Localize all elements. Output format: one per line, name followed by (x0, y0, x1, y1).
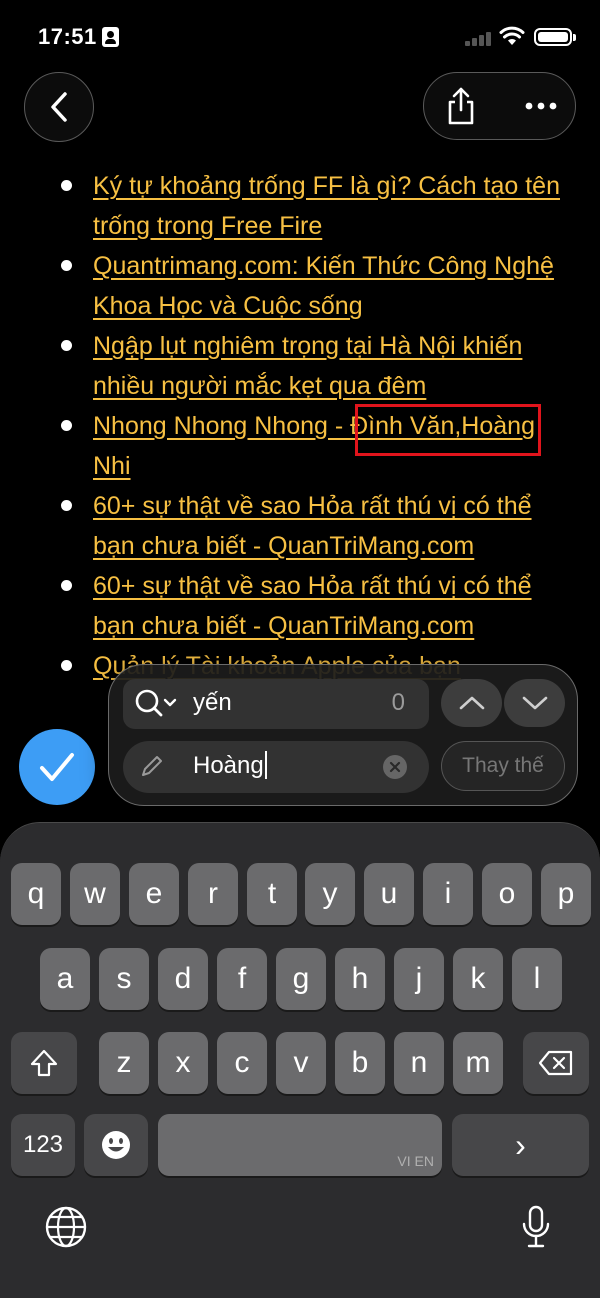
globe-icon (45, 1206, 87, 1248)
search-field[interactable]: yến 0 (123, 679, 429, 729)
article-link[interactable]: Ngập lụt nghiêm trọng tại Hà Nội khiến n… (93, 332, 522, 400)
key-u[interactable]: u (364, 863, 414, 925)
chevron-down-icon (522, 696, 547, 710)
shift-key[interactable] (11, 1032, 77, 1094)
pencil-icon (142, 756, 162, 776)
status-bar: 17:51 (0, 0, 600, 70)
list-item: Ngập lụt nghiêm trọng tại Hà Nội khiến n… (58, 326, 578, 406)
keyboard: q w e r t y u i o p a s d f g h j k l z … (0, 822, 600, 1298)
key-h[interactable]: h (335, 948, 385, 1010)
done-button[interactable] (19, 729, 95, 805)
shift-icon (30, 1049, 58, 1077)
keyboard-language-label: VI EN (397, 1153, 434, 1169)
toolbar-pill (423, 72, 576, 140)
search-input[interactable]: yến (193, 689, 232, 717)
key-c[interactable]: c (217, 1032, 267, 1094)
replace-button[interactable]: Thay thế (441, 741, 565, 791)
delete-key[interactable] (523, 1032, 589, 1094)
microphone-icon (522, 1205, 550, 1248)
article-link[interactable]: Quantrimang.com: Kiến Thức Công Nghệ Kho… (93, 252, 554, 320)
key-f[interactable]: f (217, 948, 267, 1010)
wifi-icon (499, 26, 525, 45)
key-l[interactable]: l (512, 948, 562, 1010)
key-w[interactable]: w (70, 863, 120, 925)
key-n[interactable]: n (394, 1032, 444, 1094)
key-z[interactable]: z (99, 1032, 149, 1094)
key-d[interactable]: d (158, 948, 208, 1010)
highlight-annotation (355, 404, 541, 456)
key-k[interactable]: k (453, 948, 503, 1010)
status-time: 17:51 (38, 24, 97, 49)
key-j[interactable]: j (394, 948, 444, 1010)
battery-icon (534, 28, 576, 46)
clear-replace-button[interactable] (383, 755, 407, 779)
microphone-button[interactable] (510, 1201, 562, 1253)
replace-field[interactable]: Hoàng (123, 741, 429, 793)
search-options-icon (135, 689, 177, 717)
contact-card-icon (102, 27, 119, 47)
next-match-button[interactable] (504, 679, 565, 727)
text-caret (264, 750, 267, 779)
key-e[interactable]: e (129, 863, 179, 925)
key-r[interactable]: r (188, 863, 238, 925)
cellular-signal-icon (465, 30, 493, 46)
key-v[interactable]: v (276, 1032, 326, 1094)
space-key[interactable]: VI EN (158, 1114, 442, 1176)
list-item: Quantrimang.com: Kiến Thức Công Nghệ Kho… (58, 246, 578, 326)
key-p[interactable]: p (541, 863, 591, 925)
key-i[interactable]: i (423, 863, 473, 925)
more-button[interactable] (518, 83, 564, 129)
match-count: 0 (391, 689, 405, 716)
article-link[interactable]: Ký tự khoảng trống FF là gì? Cách tạo tê… (93, 172, 560, 240)
replace-input-text: Hoàng (193, 752, 264, 779)
emoji-icon (102, 1131, 130, 1159)
chevron-left-icon (51, 92, 67, 122)
back-button[interactable] (24, 72, 94, 142)
checkmark-icon (40, 753, 74, 781)
key-g[interactable]: g (276, 948, 326, 1010)
match-navigation (441, 679, 565, 729)
list-item: 60+ sự thật về sao Hỏa rất thú vị có thể… (58, 486, 578, 566)
emoji-key[interactable] (84, 1114, 148, 1176)
clear-icon (389, 761, 401, 773)
key-t[interactable]: t (247, 863, 297, 925)
ellipsis-icon (525, 102, 557, 110)
globe-button[interactable] (40, 1201, 92, 1253)
return-key[interactable]: › (452, 1114, 589, 1176)
key-o[interactable]: o (482, 863, 532, 925)
key-a[interactable]: a (40, 948, 90, 1010)
share-icon (448, 87, 474, 125)
numbers-key[interactable]: 123 (11, 1114, 75, 1176)
list-item: Ký tự khoảng trống FF là gì? Cách tạo tê… (58, 166, 578, 246)
previous-match-button[interactable] (441, 679, 502, 727)
key-x[interactable]: x (158, 1032, 208, 1094)
replace-input[interactable]: Hoàng (193, 750, 267, 781)
key-s[interactable]: s (99, 948, 149, 1010)
key-q[interactable]: q (11, 863, 61, 925)
chevron-up-icon (459, 696, 484, 710)
key-m[interactable]: m (453, 1032, 503, 1094)
article-link[interactable]: 60+ sự thật về sao Hỏa rất thú vị có thể… (93, 572, 532, 640)
share-button[interactable] (438, 83, 484, 129)
backspace-icon (538, 1050, 573, 1076)
search-options-button[interactable] (133, 687, 181, 721)
article-link[interactable]: 60+ sự thật về sao Hỏa rất thú vị có thể… (93, 492, 532, 560)
list-item: 60+ sự thật về sao Hỏa rất thú vị có thể… (58, 566, 578, 646)
key-b[interactable]: b (335, 1032, 385, 1094)
key-y[interactable]: y (305, 863, 355, 925)
find-replace-panel: yến 0 Hoàng Thay thế (108, 664, 578, 806)
